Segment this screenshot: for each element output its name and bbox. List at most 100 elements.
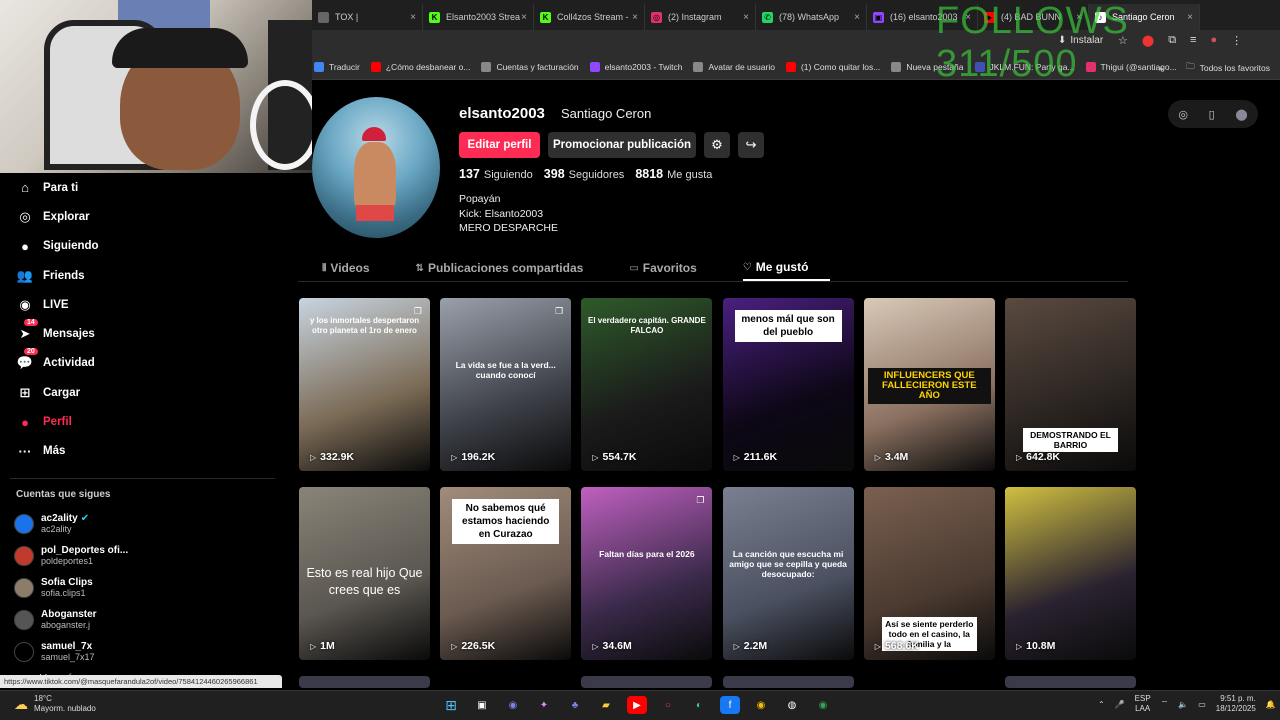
sidebar-item-activity[interactable]: 💬 20 Actividad — [0, 348, 290, 378]
followers-stat[interactable]: 398 Seguidores — [544, 167, 625, 181]
browser-tab[interactable]: ▣ (16) elsanto2003 × — [867, 4, 978, 30]
profile-avatar[interactable] — [312, 97, 440, 238]
video-card[interactable]: DEMOSTRANDO EL BARRIO ▷ 642.8K — [1005, 298, 1136, 471]
sidebar-item-home[interactable]: ⌂ Para ti — [0, 173, 290, 202]
video-card-partial[interactable] — [722, 676, 854, 688]
close-tab-icon[interactable]: × — [410, 12, 416, 23]
browser-tab[interactable]: TOX | × — [312, 4, 423, 30]
teams-icon[interactable]: ♣ — [565, 696, 585, 714]
task-view-icon[interactable]: ▣ — [472, 696, 492, 714]
settings-gear-icon[interactable]: ⚙ — [704, 132, 730, 158]
followed-account[interactable]: pol_Deportes ofi... poldeportes1 — [0, 540, 290, 572]
clock[interactable]: 9:51 p. m. 18/12/2025 — [1216, 694, 1256, 714]
video-card[interactable]: No sabemos qué estamos haciendo en Curaz… — [440, 487, 572, 660]
all-favorites[interactable]: » 🗀 Todos los favoritos — [1158, 61, 1270, 75]
video-card[interactable]: La canción que escucha mi amigo que se c… — [722, 487, 854, 660]
close-tab-icon[interactable]: × — [1187, 12, 1193, 23]
followed-account[interactable]: Aboganster aboganster.j — [0, 604, 290, 636]
bookmark-item[interactable]: Nueva pestaña — [891, 61, 964, 72]
language-indicator[interactable]: ESP LAA — [1135, 694, 1151, 714]
install-app-button[interactable]: ⬇ Instalar — [1058, 35, 1103, 46]
sidebar-item-following-avatar[interactable]: ● Siguiendo — [0, 232, 290, 261]
battery-icon[interactable]: ▭ — [1198, 700, 1206, 709]
video-card[interactable]: INFLUENCERS QUE FALLECIERON ESTE AÑO ▷ 3.4… — [863, 298, 995, 471]
device-icon[interactable]: ▯ — [1209, 108, 1215, 121]
opera-icon[interactable]: ○ — [658, 696, 678, 714]
video-card-partial[interactable] — [1005, 676, 1136, 688]
profile-tab[interactable]: ⦀ Videos — [322, 255, 392, 281]
user-avatar-icon[interactable]: ⬤ — [1235, 108, 1247, 121]
following-stat[interactable]: 137 Siguiendo — [459, 167, 533, 181]
video-card[interactable]: Esto es real hijo Que crees que es ▷ 1M — [299, 487, 430, 660]
close-tab-icon[interactable]: × — [965, 12, 971, 23]
edit-profile-button[interactable]: Editar perfil — [459, 132, 540, 158]
close-tab-icon[interactable]: × — [521, 12, 527, 23]
video-card[interactable]: Faltan días para el 2026 ❐ ▷ 34.6M — [581, 487, 713, 660]
promote-post-button[interactable]: Promocionar publicación — [548, 132, 696, 158]
followed-account[interactable]: ac2ality ✔ ac2ality — [0, 508, 290, 540]
bookmark-item[interactable]: elsanto2003 - Twitch — [589, 61, 682, 72]
followed-account[interactable]: samuel_7x samuel_7x17 — [0, 636, 290, 668]
chevron-right-icon[interactable]: » — [1158, 63, 1163, 73]
volume-icon[interactable]: 🔈 — [1178, 700, 1188, 709]
share-icon[interactable]: ↪ — [738, 132, 764, 158]
chat-icon[interactable]: ◉ — [503, 696, 523, 714]
browser-tab[interactable]: K Coll4zos Stream - × — [534, 4, 645, 30]
bookmark-item[interactable]: (1) Como quitar los... — [785, 61, 880, 72]
menu-kebab-icon[interactable]: ⋮ — [1231, 34, 1242, 47]
browser-tab[interactable]: ◎ (2) Instagram × — [645, 4, 756, 30]
video-card[interactable]: ▷ 10.8M — [1005, 487, 1136, 660]
coins-icon[interactable]: ◎ — [1178, 108, 1188, 121]
browser-tab[interactable]: ▶ (4) BAD BUNN × — [978, 4, 1089, 30]
browser-tab[interactable]: ♪ Santiago Ceron × — [1089, 4, 1200, 30]
sidebar-item-live[interactable]: ◉ LIVE — [0, 290, 290, 319]
youtube-icon[interactable]: ▶ — [627, 696, 647, 714]
copilot-icon[interactable]: ✦ — [534, 696, 554, 714]
video-card-partial[interactable] — [581, 676, 713, 688]
file-explorer-icon[interactable]: ▰ — [596, 696, 616, 714]
video-card[interactable]: menos mál que son del pueblo ▷ 211.6K — [722, 298, 854, 471]
obs-icon[interactable]: ◍ — [782, 696, 802, 714]
video-card[interactable]: y los inmortales despertaron otro planet… — [299, 298, 430, 471]
profile-tab[interactable]: ♡ Me gustó — [742, 255, 831, 281]
followed-account[interactable]: Sofia Clips sofia.clips1 — [0, 572, 290, 604]
browser-tab[interactable]: ✆ (78) WhatsApp × — [756, 4, 867, 30]
reading-list-icon[interactable]: ≡ — [1190, 34, 1196, 47]
close-tab-icon[interactable]: × — [632, 12, 638, 23]
opera-extension-icon[interactable]: ⬤ — [1142, 34, 1154, 47]
bookmark-item[interactable]: Avatar de usuario — [693, 61, 775, 72]
video-card[interactable]: La vida se fue a la verd... cuando conoc… — [440, 298, 572, 471]
sidebar-item-profile[interactable]: ● Perfil — [0, 407, 290, 436]
start-windows-icon[interactable]: ⊞ — [441, 696, 461, 714]
video-card[interactable]: El verdadero capitán. GRANDE FALCAO ▷ 554.… — [581, 298, 713, 471]
weather-widget[interactable]: ☁ 18°C Mayorm. nublado — [14, 694, 96, 714]
bookmark-item[interactable]: Cuentas y facturación — [481, 61, 579, 72]
video-card-partial[interactable] — [299, 676, 430, 688]
edge-icon[interactable]: ◐ — [689, 696, 709, 714]
chrome-alt-icon[interactable]: ◉ — [813, 696, 833, 714]
sidebar-item-messages[interactable]: ➤ 14 Mensajes — [0, 319, 290, 348]
close-tab-icon[interactable]: × — [854, 12, 860, 23]
notifications-icon[interactable]: 🔔 — [1266, 700, 1276, 709]
profile-tab[interactable]: ⇅ Publicaciones compartidas — [416, 255, 606, 281]
browser-tab[interactable]: K Elsanto2003 Strea × — [423, 4, 534, 30]
wifi-icon[interactable]: ⌔ — [1161, 699, 1169, 709]
close-tab-icon[interactable]: × — [1076, 12, 1082, 23]
sidebar-item-more[interactable]: ··· Más — [0, 437, 290, 466]
profile-avatar-icon[interactable]: ● — [1210, 34, 1217, 47]
video-card[interactable]: Así se siente perderlo todo en el casino… — [863, 487, 995, 660]
bookmark-item[interactable]: ¿Cómo desbanear o... — [370, 61, 470, 72]
close-tab-icon[interactable]: × — [743, 12, 749, 23]
chrome-icon[interactable]: ◉ — [751, 696, 771, 714]
bookmark-item[interactable]: Traducir — [314, 61, 360, 72]
chevron-up-icon[interactable]: ⌃ — [1098, 700, 1105, 709]
profile-tab[interactable]: ▭ Favoritos — [629, 255, 718, 281]
sidebar-item-compass[interactable]: ◎ Explorar — [0, 202, 290, 231]
sidebar-item-upload[interactable]: ⊞ Cargar — [0, 378, 290, 407]
mic-icon[interactable]: 🎤 — [1115, 700, 1125, 709]
facebook-icon[interactable]: f — [720, 696, 740, 714]
sidebar-item-friends[interactable]: 👥 Friends — [0, 261, 290, 290]
star-bookmark-icon[interactable]: ☆ — [1118, 34, 1128, 47]
bookmark-item[interactable]: JKLM.FUN: Party ga... — [974, 61, 1075, 72]
extensions-icon[interactable]: ⧉ — [1168, 34, 1176, 47]
